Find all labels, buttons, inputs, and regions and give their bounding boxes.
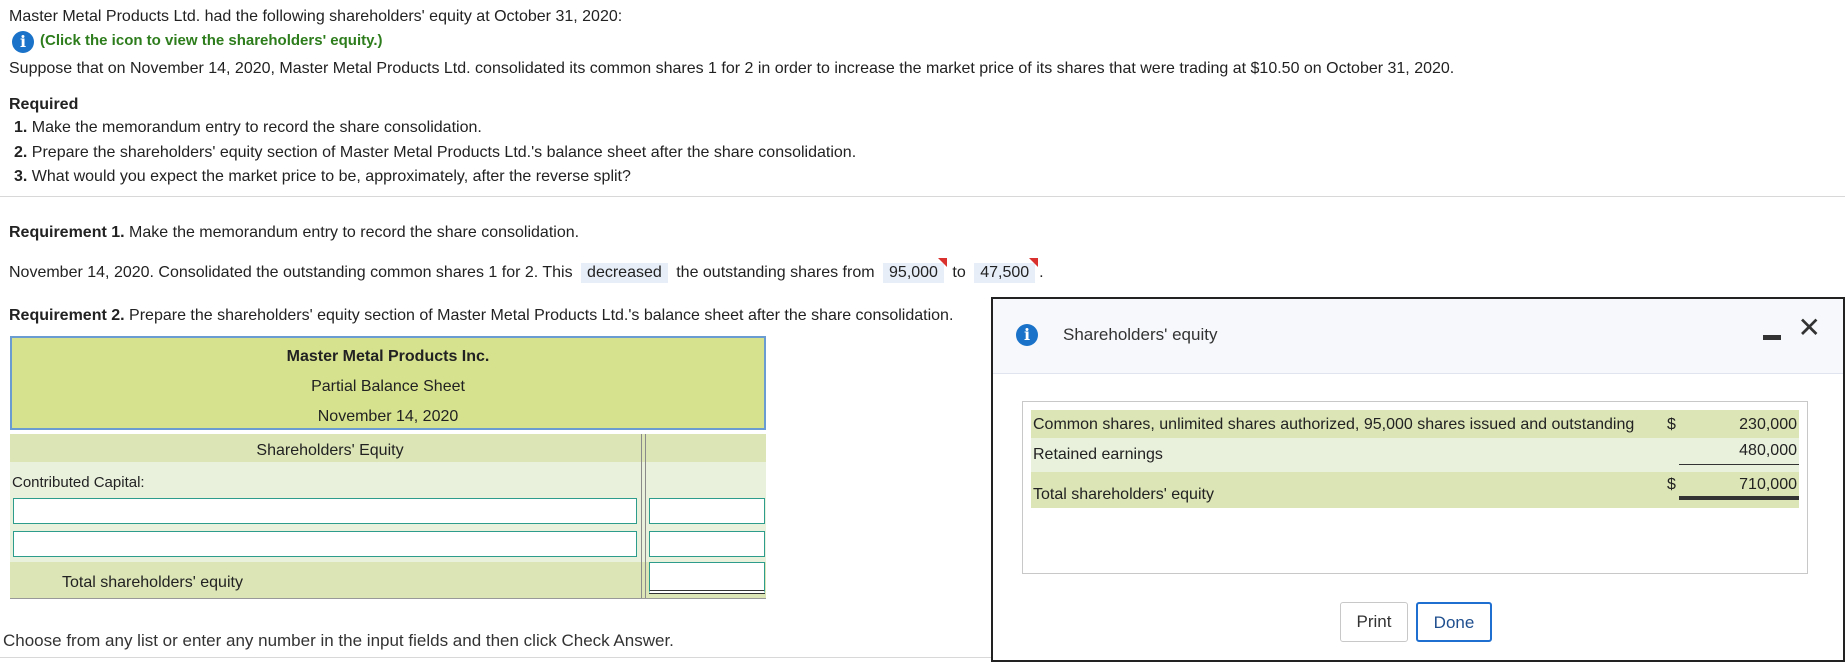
total-double-line	[1679, 496, 1799, 500]
answer-input-shares-to[interactable]: 47,500	[974, 258, 1039, 283]
account-input-1[interactable]	[13, 498, 637, 524]
answer-text: 47,500	[980, 264, 1030, 281]
footer-instruction: Choose from any list or enter any number…	[3, 631, 674, 650]
close-icon[interactable]: ✕	[1798, 311, 1821, 344]
req2-label: Requirement 2.	[9, 307, 125, 324]
req1-text: Make the memorandum entry to record the …	[129, 224, 580, 241]
info-icon: i	[1016, 324, 1038, 346]
answer-input-shares-from[interactable]: 95,000	[883, 258, 947, 283]
intro-line2: Suppose that on November 14, 2020, Maste…	[9, 60, 1455, 77]
req2-text: Prepare the shareholders' equity section…	[129, 307, 954, 324]
contributed-label: Contributed Capital:	[12, 474, 145, 491]
req1-sentence-c: to	[952, 264, 966, 281]
subtotal-line	[1679, 464, 1799, 465]
incorrect-flag	[1029, 258, 1039, 267]
intro-line1: Master Metal Products Ltd. had the follo…	[9, 8, 623, 25]
total-label: Total shareholders' equity	[62, 574, 243, 591]
done-button[interactable]: Done	[1416, 602, 1492, 642]
row-sign: $	[1667, 476, 1676, 493]
required-item-3: 3. What would you expect the market pric…	[14, 168, 631, 186]
req2-heading: Requirement 2. Prepare the shareholders'…	[9, 307, 953, 325]
row-label: Total shareholders' equity	[1033, 486, 1214, 503]
required-item-2: 2. Prepare the shareholders' equity sect…	[14, 144, 856, 162]
total-amount-input[interactable]	[649, 562, 765, 594]
view-equity-link[interactable]: (Click the icon to view the shareholders…	[40, 32, 383, 49]
required-item-1: 1. Make the memorandum entry to record t…	[14, 119, 482, 137]
req1-sentence: November 14, 2020. Consolidated the outs…	[9, 258, 1044, 283]
section-header-row: Shareholders' Equity	[10, 434, 766, 462]
answer-text: 95,000	[889, 264, 938, 281]
row-value: 710,000	[1739, 476, 1797, 493]
required-item-num: 2.	[14, 144, 28, 161]
row-value: 480,000	[1739, 442, 1797, 459]
section-divider	[0, 196, 1845, 197]
row-label: Retained earnings	[1033, 446, 1163, 463]
shareholders-equity-dialog: i Shareholders' equity ✕ Common shares, …	[991, 297, 1845, 662]
equity-table: Common shares, unlimited shares authoriz…	[1022, 401, 1808, 574]
req1-sentence-d: .	[1039, 264, 1044, 281]
section-label: Shareholders' Equity	[256, 442, 404, 459]
required-item-text: What would you expect the market price t…	[31, 168, 631, 185]
required-item-num: 3.	[14, 168, 28, 185]
balance-sheet-header: Master Metal Products Inc. Partial Balan…	[10, 336, 766, 430]
req1-sentence-b: the outstanding shares from	[676, 264, 875, 281]
column-divider	[641, 434, 642, 598]
req1-heading: Requirement 1. Make the memorandum entry…	[9, 224, 579, 242]
answer-select-direction[interactable]: decreased	[581, 263, 668, 283]
amount-input-1[interactable]	[649, 498, 765, 524]
incorrect-flag	[937, 258, 947, 267]
statement-date: November 14, 2020	[317, 408, 459, 425]
required-item-num: 1.	[14, 119, 28, 136]
req1-label: Requirement 1.	[9, 224, 125, 241]
row-value: 230,000	[1739, 416, 1797, 433]
required-item-text: Make the memorandum entry to record the …	[31, 119, 482, 136]
column-divider	[645, 434, 646, 598]
required-item-text: Prepare the shareholders' equity section…	[31, 144, 857, 161]
row-sign: $	[1667, 416, 1676, 433]
print-button[interactable]: Print	[1340, 602, 1408, 642]
amount-input-2[interactable]	[649, 531, 765, 557]
info-icon[interactable]: i	[12, 31, 34, 53]
company-name: Master Metal Products Inc.	[286, 348, 490, 365]
dialog-header: i Shareholders' equity ✕	[993, 299, 1843, 374]
table-bottom-line	[10, 598, 766, 599]
answer-text: decreased	[587, 264, 662, 281]
required-heading: Required	[9, 96, 79, 113]
statement-title: Partial Balance Sheet	[311, 378, 465, 395]
req1-sentence-a: November 14, 2020. Consolidated the outs…	[9, 264, 573, 281]
table-row: Retained earnings 480,000	[1031, 438, 1799, 472]
minimize-icon[interactable]	[1763, 335, 1781, 340]
row-label: Common shares, unlimited shares authoriz…	[1033, 416, 1635, 433]
table-row: Total shareholders' equity $ 710,000	[1031, 472, 1799, 508]
account-input-2[interactable]	[13, 531, 637, 557]
table-row: Common shares, unlimited shares authoriz…	[1031, 410, 1799, 438]
dialog-title: Shareholders' equity	[1063, 325, 1218, 344]
